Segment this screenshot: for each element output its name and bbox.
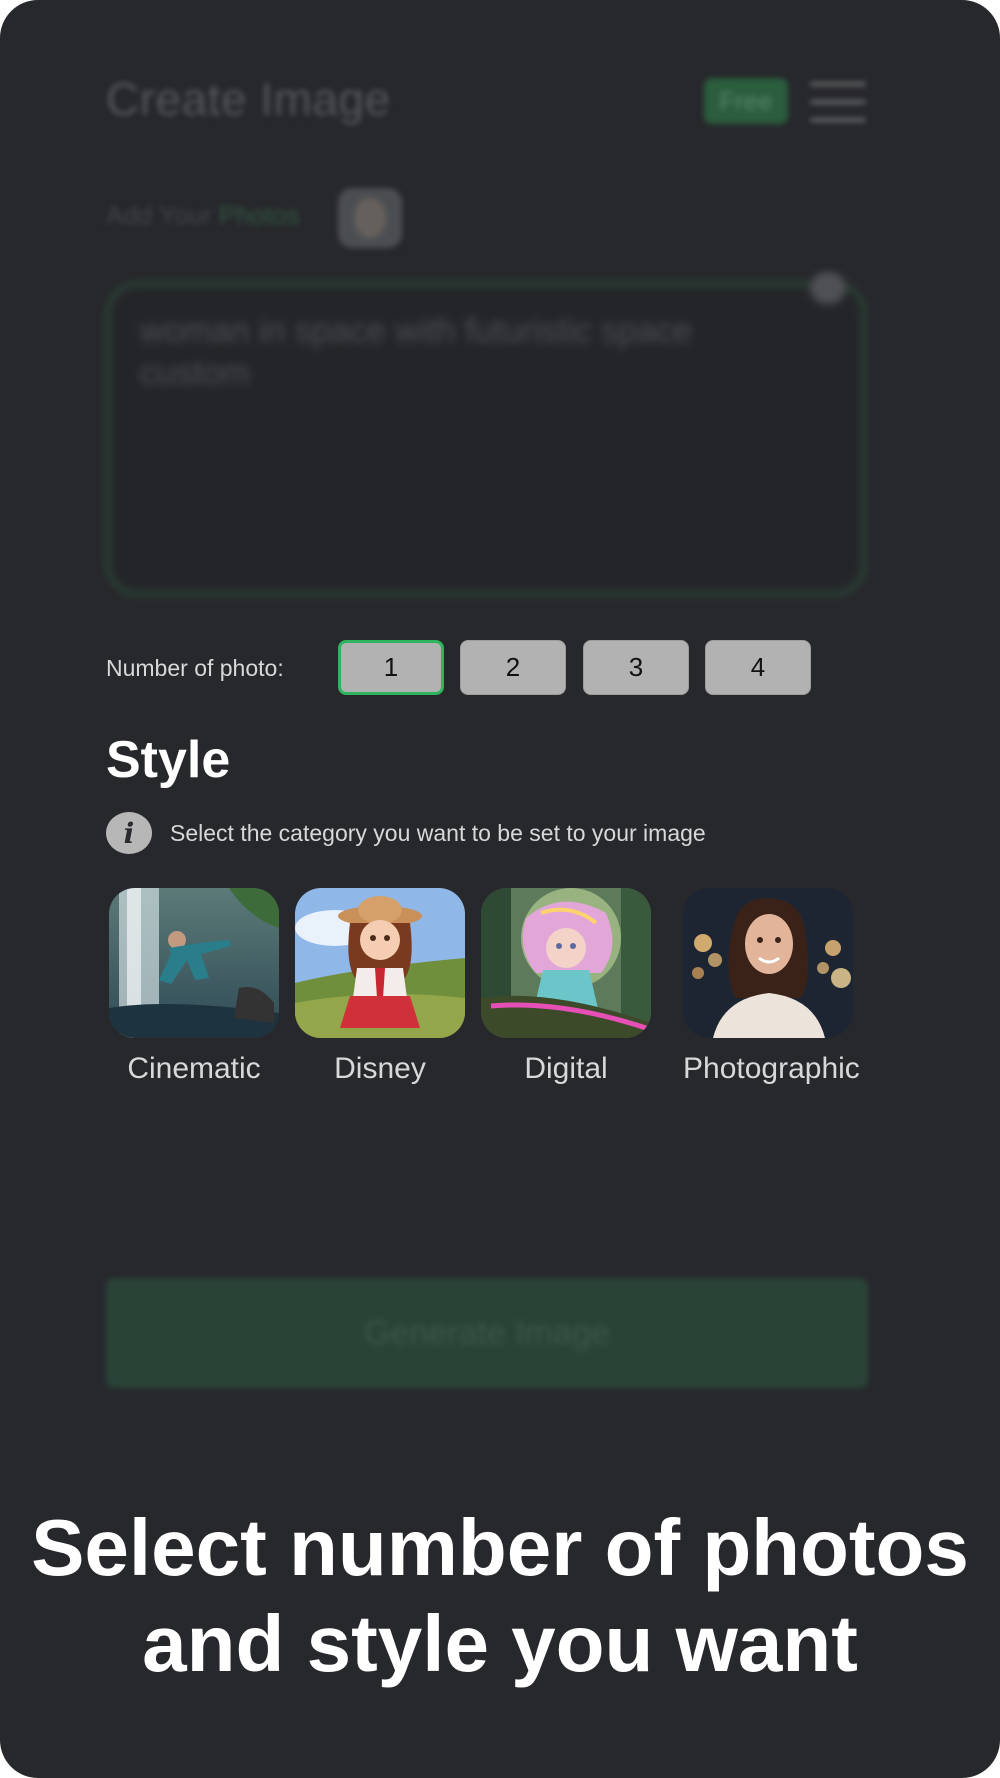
style-heading: Style — [106, 731, 231, 789]
style-option-photographic[interactable]: Photographic — [683, 888, 860, 1086]
photographic-thumbnail-icon — [683, 888, 853, 1038]
number-of-photo-label: Number of photo: — [106, 655, 284, 681]
disney-thumbnail-icon — [295, 888, 465, 1038]
style-option-label: Photographic — [683, 1052, 860, 1085]
cinematic-thumbnail-icon — [109, 888, 279, 1038]
photo-count-option-4[interactable]: 4 — [705, 640, 811, 695]
generate-image-button[interactable]: Generate Image — [106, 1278, 868, 1388]
add-photos-label: Add Your Photos — [106, 200, 300, 231]
add-photo-button[interactable] — [338, 188, 402, 248]
eye-icon[interactable] — [810, 272, 846, 304]
style-option-label: Cinematic — [127, 1052, 261, 1085]
style-option-label: Disney — [334, 1052, 426, 1085]
photo-count-option-3[interactable]: 3 — [583, 640, 689, 695]
style-option-label: Digital — [524, 1052, 608, 1085]
app-screen: Create Image Free Add Your Photos woman … — [0, 0, 1000, 1778]
photo-count-option-1[interactable]: 1 — [338, 640, 444, 695]
info-icon: i — [106, 812, 152, 854]
style-option-disney[interactable]: Disney — [295, 888, 465, 1086]
add-photos-label-prefix: Add Your — [106, 200, 219, 230]
promo-caption-line-2: and style you want — [142, 1599, 858, 1688]
page-title: Create Image — [106, 73, 391, 125]
digital-thumbnail-icon — [481, 888, 651, 1038]
prompt-text: woman in space with futuristic space cus… — [140, 312, 692, 392]
add-photos-label-highlight: Photos — [218, 200, 300, 230]
uploaded-photo-avatar — [354, 198, 386, 238]
style-option-cinematic[interactable]: Cinematic — [109, 888, 279, 1086]
style-hint: Select the category you want to be set t… — [170, 820, 706, 846]
promo-caption-line-1: Select number of photos — [31, 1503, 969, 1592]
style-option-digital[interactable]: Digital — [481, 888, 651, 1086]
free-badge[interactable]: Free — [704, 78, 788, 124]
promo-caption: Select number of photos and style you wa… — [0, 1500, 1000, 1692]
hamburger-menu-icon[interactable] — [810, 82, 866, 122]
photo-count-option-2[interactable]: 2 — [460, 640, 566, 695]
